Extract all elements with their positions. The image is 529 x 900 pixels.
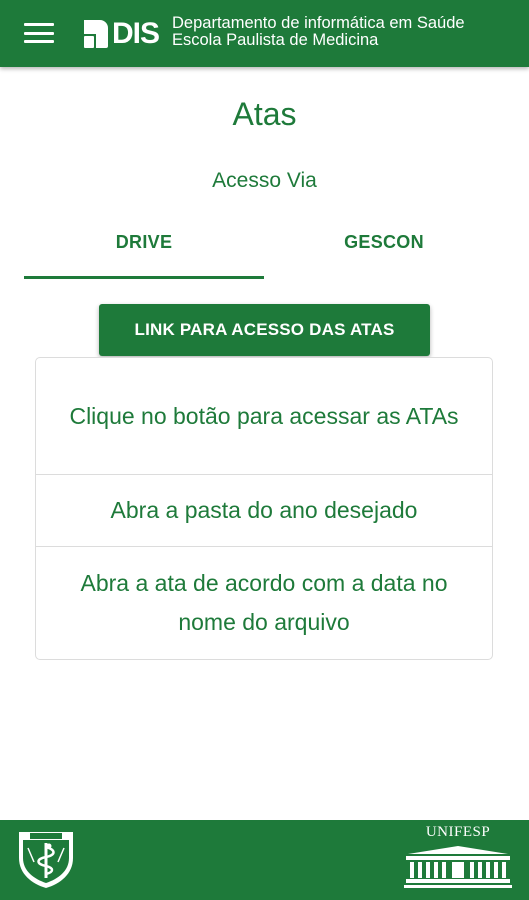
dis-logo: DIS: [82, 17, 160, 50]
top-app-bar: DIS Departamento de informática em Saúde…: [0, 0, 529, 67]
hamburger-menu-icon[interactable]: [24, 20, 54, 46]
header-line-department: Departamento de informática em Saúde: [172, 14, 465, 32]
page-title: Atas: [232, 96, 297, 132]
instructions-card: Clique no botão para acessar as ATAs Abr…: [35, 357, 493, 660]
header-line-school: Escola Paulista de Medicina: [172, 31, 379, 49]
atas-link-button[interactable]: LINK PARA ACESSO DAS ATAS: [99, 304, 430, 356]
instruction-item: Abra a ata de acordo com a data no nome …: [80, 570, 448, 635]
active-tab-indicator: [24, 276, 264, 279]
epm-seal-icon: [19, 832, 73, 888]
dis-logo-text: DIS: [112, 17, 160, 50]
tab-drive[interactable]: DRIVE: [24, 232, 264, 253]
instruction-item: Clique no botão para acessar as ATAs: [69, 402, 459, 429]
unifesp-logo-text: UNIFESP: [425, 824, 491, 840]
tab-gescon[interactable]: GESCON: [264, 232, 504, 253]
header-title: Departamento de informática em Saúde Esc…: [172, 15, 465, 49]
dis-logo-icon: [84, 20, 108, 48]
footer-bar: UNIFESP: [0, 820, 529, 900]
access-via-label: Acesso Via: [212, 169, 317, 192]
instruction-item: Abra a pasta do ano desejado: [110, 497, 418, 523]
